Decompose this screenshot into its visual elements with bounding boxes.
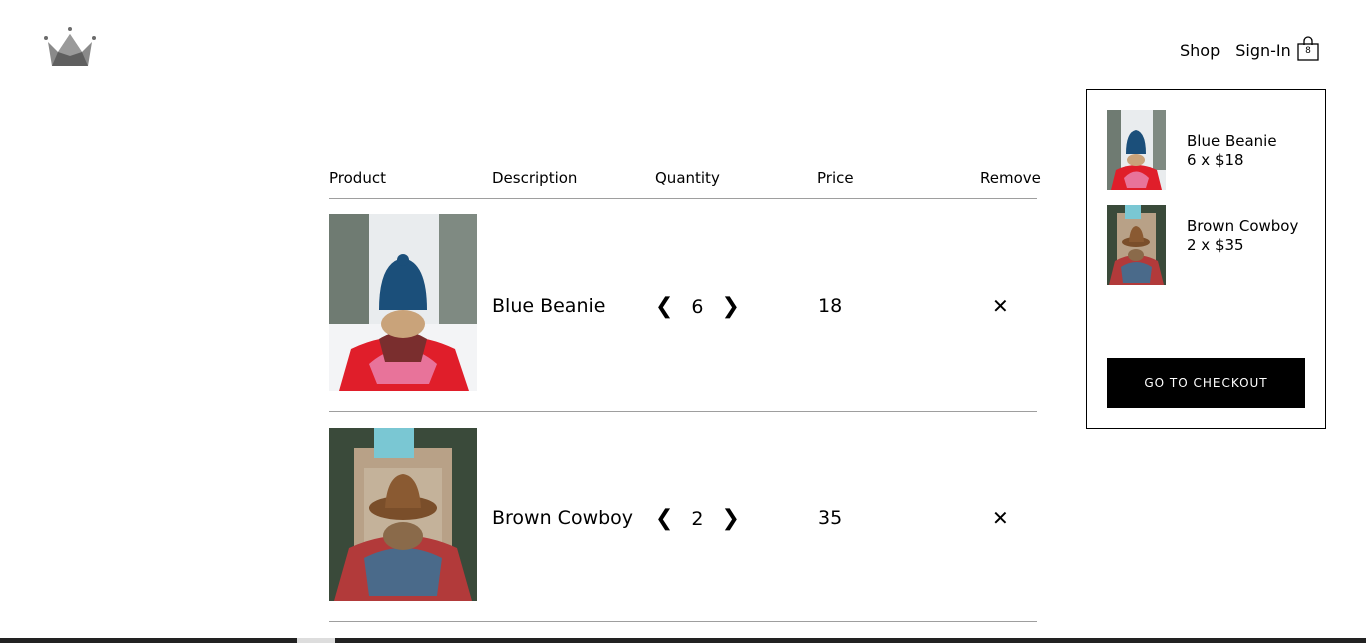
- dropdown-item-name: Blue Beanie: [1187, 132, 1277, 150]
- product-name: Blue Beanie: [492, 295, 606, 317]
- product-price: 18: [818, 295, 843, 317]
- dropdown-item-detail: 2 x $35: [1187, 236, 1244, 254]
- horizontal-scrollbar[interactable]: [0, 638, 1366, 643]
- nav-shop-link[interactable]: Shop: [1180, 41, 1220, 60]
- brown-cowboy-image: [329, 428, 477, 601]
- decrease-quantity-button[interactable]: ❮: [655, 294, 673, 319]
- cart-row-brown-cowboy: Brown Cowboy ❮ 2 ❯ 35 ✕: [329, 412, 1037, 622]
- header-price: Price: [817, 169, 854, 187]
- blue-beanie-thumbnail: [1107, 110, 1166, 190]
- go-to-checkout-button[interactable]: GO TO CHECKOUT: [1107, 358, 1305, 408]
- header-product: Product: [329, 169, 386, 187]
- product-price: 35: [818, 507, 843, 529]
- increase-quantity-button[interactable]: ❯: [721, 294, 739, 319]
- cart-count-badge: 8: [1305, 46, 1311, 56]
- header-remove: Remove: [980, 169, 1041, 187]
- product-name: Brown Cowboy: [492, 507, 634, 529]
- brown-cowboy-thumbnail: [1107, 205, 1166, 285]
- quantity-stepper: ❮ 2 ❯: [655, 506, 740, 531]
- quantity-value: 6: [691, 295, 704, 318]
- blue-beanie-image: [329, 214, 477, 391]
- remove-item-button[interactable]: ✕: [992, 294, 1009, 318]
- top-nav: Shop Sign-In: [1180, 41, 1291, 60]
- quantity-stepper: ❮ 6 ❯: [655, 294, 740, 319]
- decrease-quantity-button[interactable]: ❮: [655, 506, 673, 531]
- crown-logo-icon[interactable]: [44, 26, 96, 68]
- header-description: Description: [492, 169, 578, 187]
- nav-signin-link[interactable]: Sign-In: [1235, 41, 1291, 60]
- remove-item-button[interactable]: ✕: [992, 506, 1009, 530]
- dropdown-item-name: Brown Cowboy: [1187, 217, 1299, 235]
- cart-table-header: Product Description Quantity Price Remov…: [329, 169, 1041, 199]
- scrollbar-thumb[interactable]: [297, 638, 335, 643]
- increase-quantity-button[interactable]: ❯: [721, 506, 739, 531]
- header-quantity: Quantity: [655, 169, 720, 187]
- dropdown-item-detail: 6 x $18: [1187, 151, 1244, 169]
- cart-dropdown: Blue Beanie 6 x $18 Brown Cowboy 2 x $35…: [1086, 89, 1326, 429]
- quantity-value: 2: [691, 507, 704, 530]
- cart-row-blue-beanie: Blue Beanie ❮ 6 ❯ 18 ✕: [329, 199, 1037, 412]
